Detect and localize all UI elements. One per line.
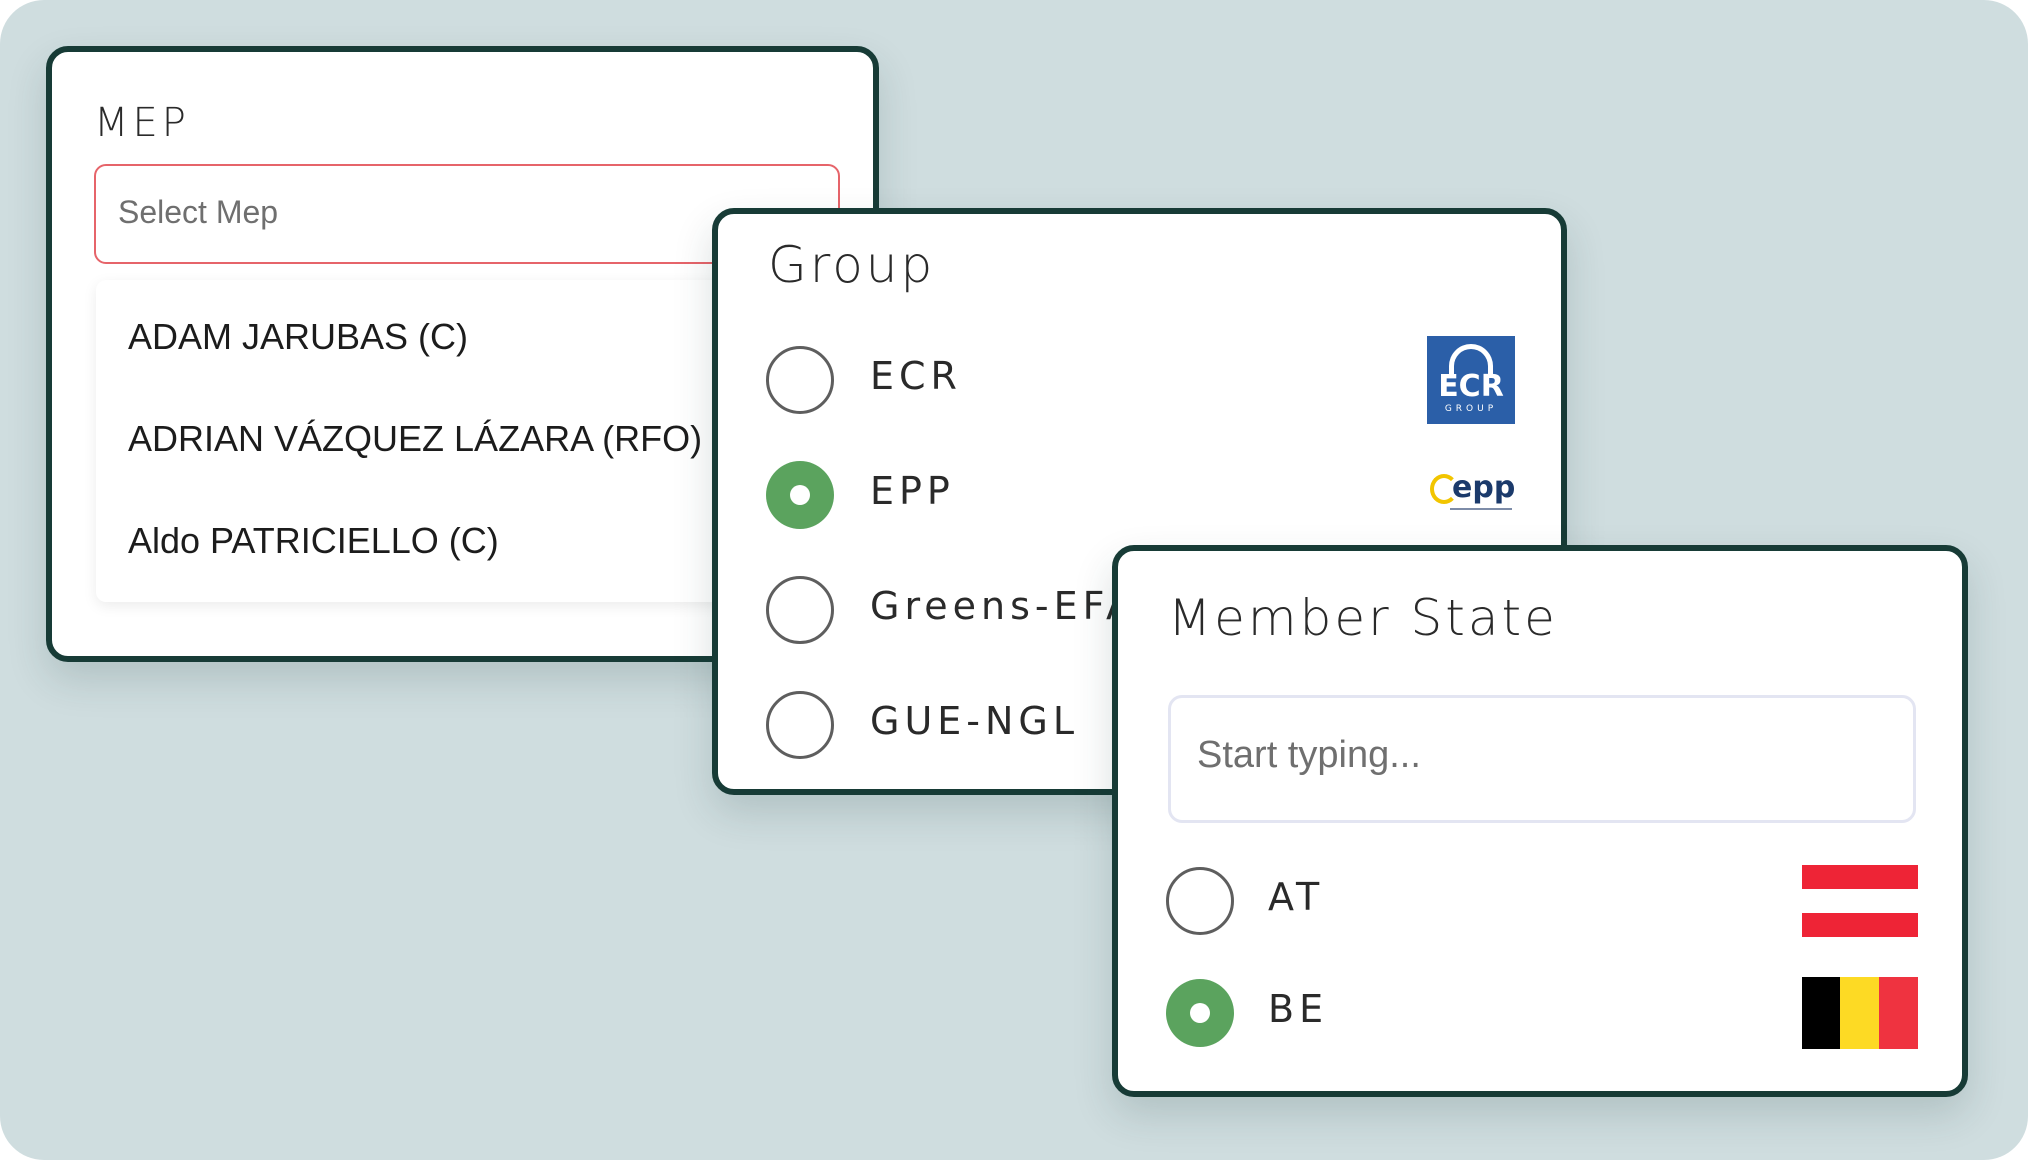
- mep-option-adrian-vazquez-lazara[interactable]: ADRIAN VÁZQUEZ LÁZARA (RFO): [128, 418, 702, 460]
- ecr-logo-text: ECR: [1438, 369, 1504, 404]
- epp-logo: epp: [1428, 470, 1518, 516]
- select-mep-placeholder: Select Mep: [118, 194, 279, 230]
- option-label-epp: EPP: [870, 469, 955, 513]
- option-label-greens-efa: Greens-EFA: [870, 584, 1137, 628]
- member-state-input-placeholder: Start typing...: [1197, 734, 1421, 776]
- ecr-group-logo: ECR GROUP: [1427, 336, 1515, 424]
- mep-title: MEP: [94, 100, 190, 146]
- radio-ecr[interactable]: [766, 346, 834, 414]
- mep-option-adam-jarubas[interactable]: ADAM JARUBAS (C): [128, 316, 468, 358]
- mep-option-aldo-patriciello[interactable]: Aldo PATRICIELLO (C): [128, 520, 499, 562]
- member-state-search-input[interactable]: Start typing...: [1168, 695, 1916, 823]
- radio-epp[interactable]: [766, 461, 834, 529]
- option-label-ecr: ECR: [870, 354, 962, 398]
- option-label-be: BE: [1268, 987, 1329, 1031]
- belgium-flag-icon: [1802, 977, 1918, 1049]
- radio-gue-ngl[interactable]: [766, 691, 834, 759]
- ecr-logo-subtext: GROUP: [1444, 404, 1498, 414]
- option-label-at: AT: [1268, 875, 1325, 919]
- radio-at[interactable]: [1166, 867, 1234, 935]
- canvas-background: MEP Select Mep ADAM JARUBAS (C) ADRIAN V…: [0, 0, 2028, 1160]
- radio-be[interactable]: [1166, 979, 1234, 1047]
- austria-flag-icon: [1802, 865, 1918, 937]
- member-state-card: Member State Start typing... AT BE: [1112, 545, 1968, 1097]
- group-title: Group: [768, 236, 936, 294]
- epp-logo-text: epp: [1452, 470, 1516, 505]
- radio-greens-efa[interactable]: [766, 576, 834, 644]
- option-label-gue-ngl: GUE-NGL: [870, 699, 1080, 743]
- member-state-title: Member State: [1168, 589, 1558, 647]
